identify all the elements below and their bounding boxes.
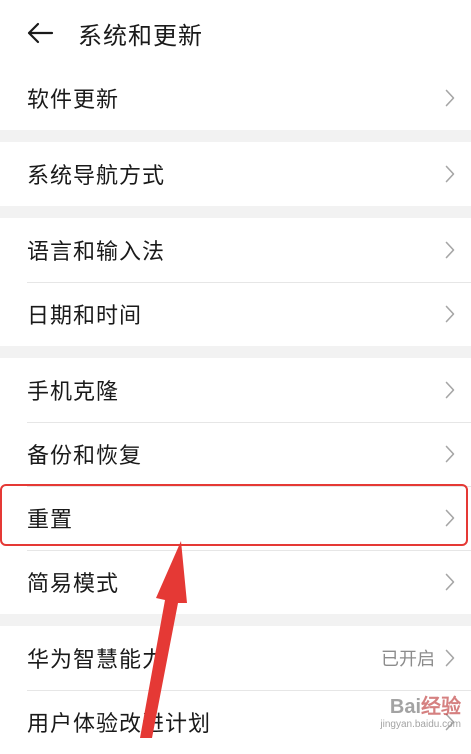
chevron-right-icon	[443, 647, 457, 669]
settings-item-label: 备份和恢复	[27, 444, 143, 469]
settings-item-label: 简易模式	[27, 572, 120, 597]
settings-group-5: 华为智慧能力 已开启 用户体验改进计划	[0, 626, 471, 754]
chevron-right-icon	[443, 87, 457, 109]
settings-item-date-time[interactable]: 日期和时间	[0, 282, 471, 346]
settings-item-label: 用户体验改进计划	[27, 712, 212, 737]
settings-item-phone-clone[interactable]: 手机克隆	[0, 358, 471, 422]
back-button[interactable]	[24, 17, 56, 49]
arrow-left-icon	[27, 22, 54, 44]
settings-item-software-update[interactable]: 软件更新	[0, 66, 471, 130]
settings-group-1: 软件更新	[0, 66, 471, 130]
settings-item-system-navigation[interactable]: 系统导航方式	[0, 142, 471, 206]
chevron-right-icon	[443, 163, 457, 185]
top-bar: 系统和更新	[0, 0, 471, 66]
settings-group-4: 手机克隆 备份和恢复 重置 简易模式	[0, 358, 471, 614]
settings-item-language-input[interactable]: 语言和输入法	[0, 218, 471, 282]
settings-item-label: 系统导航方式	[27, 164, 166, 189]
settings-item-simple-mode[interactable]: 简易模式	[0, 550, 471, 614]
settings-item-reset[interactable]: 重置	[0, 486, 471, 550]
settings-group-2: 系统导航方式	[0, 142, 471, 206]
settings-item-label: 手机克隆	[27, 380, 120, 405]
settings-item-label: 重置	[27, 508, 74, 533]
settings-item-label: 语言和输入法	[27, 240, 166, 265]
chevron-right-icon	[443, 507, 457, 529]
group-spacer	[0, 130, 471, 142]
chevron-right-icon	[443, 303, 457, 325]
group-spacer	[0, 206, 471, 218]
settings-item-user-experience[interactable]: 用户体验改进计划	[0, 690, 471, 754]
chevron-right-icon	[443, 239, 457, 261]
chevron-right-icon	[443, 571, 457, 593]
settings-group-3: 语言和输入法 日期和时间	[0, 218, 471, 346]
chevron-right-icon	[443, 711, 457, 733]
chevron-right-icon	[443, 379, 457, 401]
group-spacer	[0, 614, 471, 626]
settings-item-label: 华为智慧能力	[27, 648, 166, 673]
status-text: 已开启	[381, 649, 435, 670]
settings-item-label: 日期和时间	[27, 304, 143, 329]
page-title: 系统和更新	[78, 21, 203, 50]
settings-item-backup-restore[interactable]: 备份和恢复	[0, 422, 471, 486]
group-spacer	[0, 346, 471, 358]
settings-item-label: 软件更新	[27, 88, 120, 113]
settings-item-huawei-smart[interactable]: 华为智慧能力 已开启	[0, 626, 471, 690]
chevron-right-icon	[443, 443, 457, 465]
